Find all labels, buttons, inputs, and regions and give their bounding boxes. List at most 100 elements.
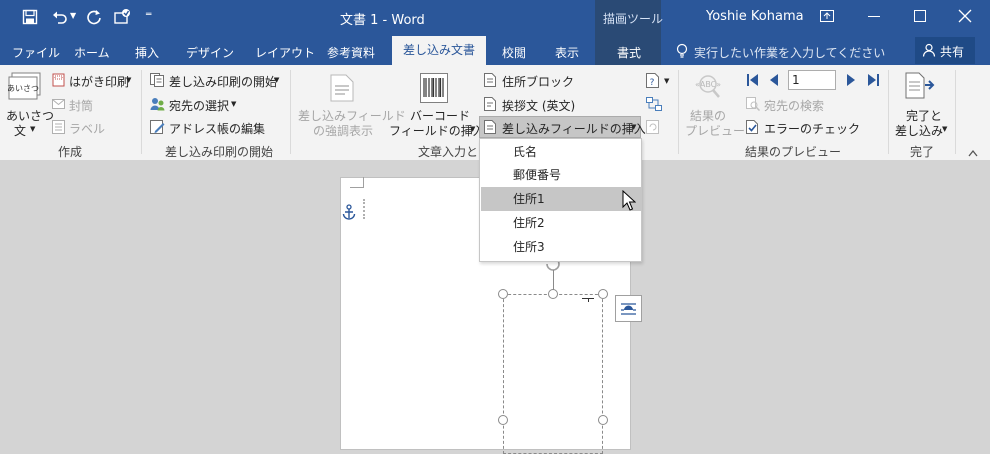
postcard-dropdown-icon[interactable]: ▼ xyxy=(126,76,131,84)
tab-file[interactable]: ファイル xyxy=(12,44,60,61)
address-block-icon xyxy=(484,73,496,87)
start-mail-merge-button[interactable]: 差し込み印刷の開始 xyxy=(169,73,277,90)
resize-handle[interactable] xyxy=(498,415,508,425)
menu-item-postal-code[interactable]: 郵便番号 xyxy=(481,163,641,187)
svg-text:あいさつ: あいさつ xyxy=(8,84,39,93)
check-errors-icon xyxy=(746,120,760,134)
customize-qat-icon[interactable]: ═ xyxy=(146,10,151,20)
undo-dropdown-icon[interactable]: ▼ xyxy=(70,11,76,20)
save-icon[interactable] xyxy=(22,9,38,25)
resize-handle[interactable] xyxy=(598,289,608,299)
tab-design[interactable]: デザイン xyxy=(186,44,234,61)
greeting-line-icon xyxy=(484,97,496,111)
menu-item-address2[interactable]: 住所2 xyxy=(481,211,641,235)
envelope-button[interactable]: 封筒 xyxy=(69,97,93,114)
margin-corner-mark xyxy=(350,177,364,188)
ribbon-display-options-icon[interactable] xyxy=(820,10,834,22)
update-labels-icon[interactable] xyxy=(646,120,660,134)
insert-field-dropdown-icon: ▼ xyxy=(631,123,637,131)
greeting-line-button[interactable]: 挨拶文 (英文) xyxy=(502,97,575,114)
resize-handle[interactable] xyxy=(548,289,558,299)
check-errors-button[interactable]: エラーのチェック xyxy=(764,120,860,137)
separator xyxy=(955,70,956,154)
tab-review[interactable]: 校閲 xyxy=(502,44,526,61)
layout-options-icon[interactable] xyxy=(615,295,642,322)
group-create-label: 作成 xyxy=(58,145,83,159)
insert-field-icon xyxy=(484,120,496,134)
highlight-fields-icon xyxy=(330,74,354,102)
text-box-frame[interactable] xyxy=(503,294,603,454)
select-recipients-button[interactable]: 宛先の選択 xyxy=(169,97,229,114)
tell-me-input[interactable]: 実行したい作業を入力してください xyxy=(694,44,885,61)
svg-text:«ABC»: «ABC» xyxy=(695,80,721,89)
postcard-icon xyxy=(52,73,65,87)
anchor-handle-dots xyxy=(363,199,368,219)
separator xyxy=(678,70,679,154)
tab-mailings[interactable]: 差し込み文書 xyxy=(392,36,486,65)
touch-mode-icon[interactable] xyxy=(113,8,133,26)
envelope-icon xyxy=(52,98,65,110)
resize-handle[interactable] xyxy=(598,415,608,425)
last-record-icon[interactable] xyxy=(867,74,879,86)
user-name[interactable]: Yoshie Kohama xyxy=(706,9,804,24)
person-icon xyxy=(922,43,936,57)
select-recipients-dropdown-icon[interactable]: ▼ xyxy=(231,100,236,108)
context-tab-group-label: 描画ツール xyxy=(603,12,664,26)
find-recipient-button[interactable]: 宛先の検索 xyxy=(764,97,824,114)
address-block-button[interactable]: 住所ブロック xyxy=(502,73,574,90)
tab-insert[interactable]: 挿入 xyxy=(135,44,159,61)
record-number-value: 1 xyxy=(792,73,800,87)
group-preview-label: 結果のプレビュー xyxy=(745,145,842,159)
finish-merge-icon xyxy=(905,72,937,102)
tab-references[interactable]: 参考資料 xyxy=(327,44,375,61)
first-record-icon[interactable] xyxy=(747,74,759,86)
anchor-icon xyxy=(342,204,356,220)
tab-home[interactable]: ホーム xyxy=(74,44,110,61)
resize-handle[interactable] xyxy=(498,289,508,299)
mouse-cursor-icon xyxy=(622,189,637,212)
separator xyxy=(888,70,889,154)
finish-dropdown-icon[interactable]: ▼ xyxy=(942,125,947,133)
rules-dropdown-icon[interactable]: ▼ xyxy=(664,77,669,85)
group-finish-label: 完了 xyxy=(910,145,935,159)
rules-icon[interactable]: ? xyxy=(646,73,660,88)
postcard-print-button[interactable]: はがき印刷 xyxy=(69,73,129,90)
find-recipient-icon xyxy=(746,97,761,112)
undo-icon[interactable] xyxy=(52,9,68,25)
preview-results-line2[interactable]: プレビュー xyxy=(685,122,745,139)
start-merge-icon xyxy=(150,73,165,87)
label-icon xyxy=(52,120,65,134)
label-button[interactable]: ラベル xyxy=(69,120,105,137)
window-title: 文書 1 - Word xyxy=(340,13,425,28)
tab-layout[interactable]: レイアウト xyxy=(255,44,315,61)
next-record-icon[interactable] xyxy=(846,74,856,86)
maximize-icon[interactable] xyxy=(914,10,926,22)
match-fields-icon[interactable] xyxy=(646,97,662,111)
insert-merge-field-label: 差し込みフィールドの挿入 xyxy=(502,122,646,136)
greeting-dropdown-icon[interactable]: ▼ xyxy=(30,125,35,133)
close-icon[interactable] xyxy=(958,9,972,23)
menu-item-address1[interactable]: 住所1 xyxy=(481,187,641,211)
group-start-label: 差し込み印刷の開始 xyxy=(165,145,274,159)
previous-record-icon[interactable] xyxy=(769,74,779,86)
barcode-dropdown-icon[interactable]: ▼ xyxy=(470,125,475,133)
finish-merge-line2[interactable]: 差し込み xyxy=(895,122,943,139)
edit-recipient-list-button[interactable]: アドレス帳の編集 xyxy=(169,120,265,137)
edit-list-icon xyxy=(150,120,165,134)
menu-item-name[interactable]: 氏名 xyxy=(481,140,641,164)
select-recipients-icon xyxy=(150,97,165,111)
greeting-button-line2[interactable]: 文 xyxy=(14,122,26,139)
separator xyxy=(290,70,291,154)
menu-item-address3[interactable]: 住所3 xyxy=(481,235,641,259)
redo-icon[interactable] xyxy=(86,9,102,25)
start-merge-dropdown-icon[interactable]: ▼ xyxy=(274,76,279,84)
barcode-icon xyxy=(420,73,448,103)
highlight-fields-line2[interactable]: の強調表示 xyxy=(313,122,373,139)
cursor-mark-stem xyxy=(588,298,589,302)
share-label: 共有 xyxy=(940,45,965,59)
collapse-ribbon-icon[interactable] xyxy=(968,146,978,157)
tab-view[interactable]: 表示 xyxy=(555,44,579,61)
tab-format[interactable]: 書式 xyxy=(617,44,641,61)
separator xyxy=(141,70,142,154)
minimize-icon[interactable] xyxy=(868,16,880,17)
